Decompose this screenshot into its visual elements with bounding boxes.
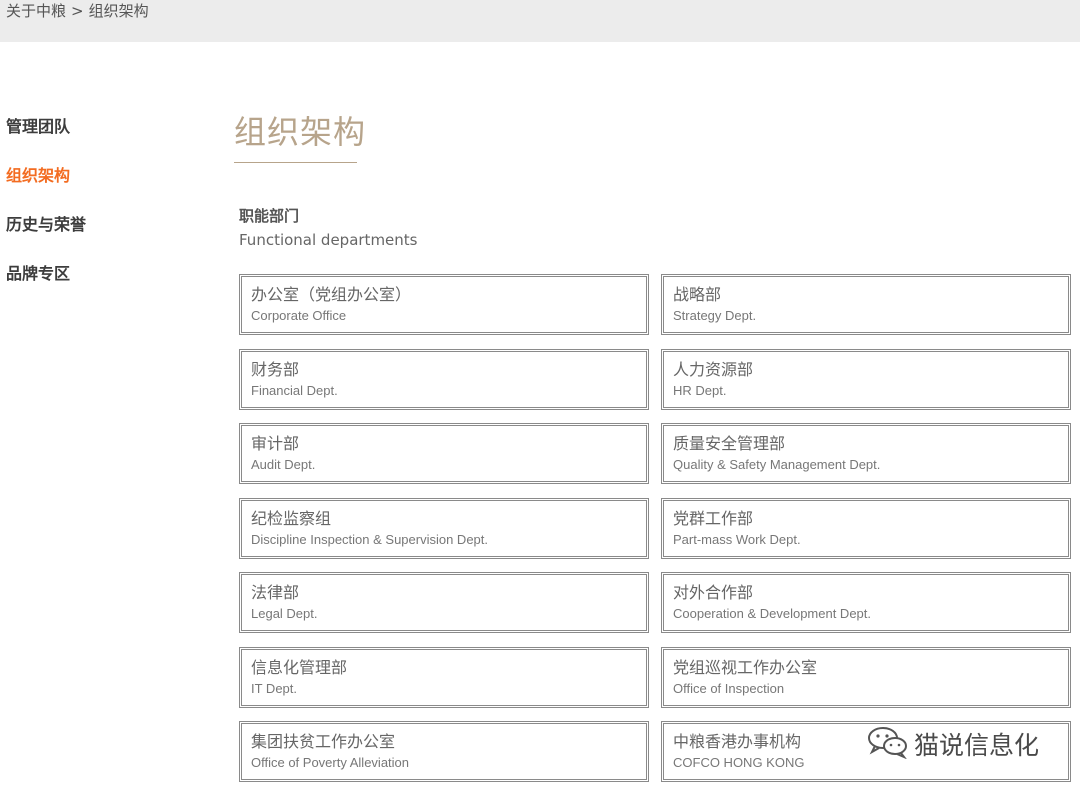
department-name-zh: 集团扶贫工作办公室 [251,732,396,751]
department-name-en: Strategy Dept. [673,308,757,323]
department-card[interactable]: 审计部 Audit Dept. [239,423,649,484]
sidebar-item-brand-zone[interactable]: 品牌专区 [6,263,186,312]
department-name-en: Office of Poverty Alleviation [251,755,410,770]
department-card[interactable]: 人力资源部 HR Dept. [661,348,1071,410]
department-card[interactable]: 办公室（党组办公室） Corporate Office [239,274,649,335]
sidebar-item-organization[interactable]: 组织架构 [6,165,186,214]
page-title: 组织架构 [234,113,367,151]
department-name-en: Financial Dept. [251,382,338,398]
sidebar-item-history-honors[interactable]: 历史与荣誉 [6,214,186,263]
sidebar-item-management-team[interactable]: 管理团队 [6,116,186,165]
department-name-en: Cooperation & Development Dept. [673,606,872,621]
section-heading-en: Functional departments [239,231,418,249]
department-name-en: Corporate Office [251,308,347,323]
department-name-zh: 法律部 [251,583,300,602]
wechat-icon [866,725,910,763]
department-name-en: Part-mass Work Dept. [673,531,801,547]
department-card[interactable]: 党群工作部 Part-mass Work Dept. [661,497,1071,559]
department-card[interactable]: 战略部 Strategy Dept. [661,274,1071,335]
department-name-en: Audit Dept. [251,457,316,472]
department-name-zh: 党群工作部 [673,508,754,528]
department-name-zh: 党组巡视工作办公室 [673,657,818,677]
department-name-zh: 审计部 [251,434,300,453]
department-card[interactable]: 对外合作部 Cooperation & Development Dept. [661,572,1071,633]
department-name-zh: 财务部 [251,359,300,379]
department-name-en: COFCO HONG KONG [673,755,805,770]
department-name-en: HR Dept. [673,382,727,398]
breadcrumb-separator: > [71,2,84,20]
department-name-en: Legal Dept. [251,606,318,621]
department-name-zh: 对外合作部 [673,583,754,602]
department-name-zh: 办公室（党组办公室） [251,285,412,304]
main-content: 组织架构 职能部门 Functional departments 办公室（党组办… [234,110,1080,782]
department-card[interactable]: 质量安全管理部 Quality & Safety Management Dept… [661,423,1071,484]
sidebar-nav: 管理团队 组织架构 历史与荣誉 品牌专区 [6,116,186,312]
department-name-en: Quality & Safety Management Dept. [673,457,881,472]
department-name-zh: 信息化管理部 [251,657,348,677]
department-name-en: IT Dept. [251,680,298,696]
department-name-en: Office of Inspection [673,680,785,696]
title-underline [234,162,357,163]
watermark-text: 猫说信息化 [914,731,1040,760]
department-name-zh: 战略部 [673,285,722,304]
department-card[interactable]: 党组巡视工作办公室 Office of Inspection [661,646,1071,708]
section-heading-zh: 职能部门 [239,207,300,225]
department-name-zh: 人力资源部 [673,359,754,379]
watermark: 猫说信息化 [866,724,1039,764]
breadcrumb-parent-link[interactable]: 关于中粮 [6,2,66,20]
department-card[interactable]: 法律部 Legal Dept. [239,572,649,633]
department-name-en: Discipline Inspection & Supervision Dept… [251,531,489,547]
breadcrumb: 关于中粮 > 组织架构 [6,1,149,21]
breadcrumb-current: 组织架构 [88,2,149,20]
department-card[interactable]: 财务部 Financial Dept. [239,348,649,410]
department-card[interactable]: 集团扶贫工作办公室 Office of Poverty Alleviation [239,721,649,782]
department-name-zh: 中粮香港办事机构 [673,732,802,751]
department-card[interactable]: 纪检监察组 Discipline Inspection & Supervisio… [239,497,649,559]
top-bar: 关于中粮 > 组织架构 [0,0,1080,42]
department-card[interactable]: 信息化管理部 IT Dept. [239,646,649,708]
department-name-zh: 纪检监察组 [251,508,332,528]
department-name-zh: 质量安全管理部 [673,434,786,453]
